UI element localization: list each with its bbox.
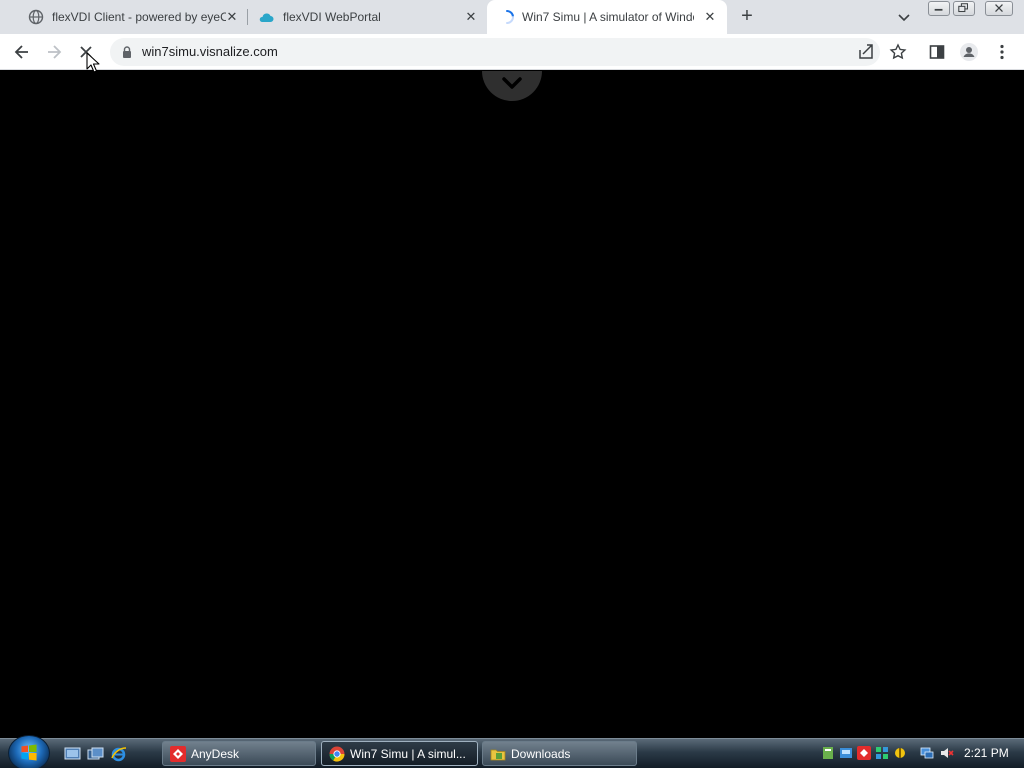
browser-toolbar: win7simu.visnalize.com	[0, 34, 1024, 70]
new-tab-button[interactable]: +	[736, 6, 758, 28]
loading-spinner-icon	[506, 10, 514, 24]
globe-icon	[28, 9, 44, 25]
taskbar-button-label: Win7 Simu | A simul...	[350, 747, 466, 761]
restore-button[interactable]	[953, 1, 975, 16]
window-close-icon	[995, 4, 1003, 12]
chrome-icon	[329, 746, 345, 762]
windows-logo-icon	[21, 744, 37, 761]
taskbar-button-label: Downloads	[511, 747, 571, 761]
network-icon[interactable]	[920, 746, 934, 760]
scroll-down-button[interactable]	[482, 71, 542, 101]
lock-icon[interactable]	[120, 45, 134, 59]
back-button[interactable]	[12, 42, 32, 62]
tab-flexvdi-webportal[interactable]: flexVDI WebPortal ✕	[248, 0, 486, 34]
tab-strip: flexVDI Client - powered by eyeO ✕ flexV…	[0, 0, 1024, 34]
bookmark-star-icon[interactable]	[888, 42, 908, 62]
menu-kebab-icon[interactable]	[992, 42, 1012, 62]
tab-close-icon[interactable]: ✕	[702, 9, 718, 25]
internet-explorer-icon[interactable]	[110, 746, 127, 762]
start-button[interactable]	[8, 735, 50, 768]
restore-icon	[958, 3, 968, 13]
page-content	[0, 71, 1024, 738]
screen: flexVDI Client - powered by eyeO ✕ flexV…	[0, 0, 1024, 768]
folder-icon	[490, 749, 506, 761]
minimize-button[interactable]	[928, 1, 950, 16]
anydesk-icon	[170, 746, 186, 762]
side-panel-icon[interactable]	[927, 42, 947, 62]
tab-search-chevron-icon[interactable]	[896, 9, 912, 25]
tab-flexvdi-client[interactable]: flexVDI Client - powered by eyeO ✕	[8, 0, 246, 34]
mouse-cursor-icon	[86, 52, 100, 73]
taskbar-button-anydesk[interactable]: AnyDesk	[162, 741, 316, 766]
show-desktop-icon[interactable]	[64, 746, 81, 762]
forward-button[interactable]	[44, 42, 64, 62]
tray-network-app-icon[interactable]	[839, 746, 853, 760]
tray-tools-icon[interactable]	[893, 746, 907, 760]
address-bar[interactable]: win7simu.visnalize.com	[110, 38, 880, 66]
window-close-button[interactable]	[985, 1, 1013, 16]
tray-app-icon[interactable]	[821, 746, 835, 760]
share-icon[interactable]	[856, 42, 876, 62]
cloud-icon	[259, 13, 274, 22]
switch-windows-icon[interactable]	[87, 746, 104, 762]
url-text[interactable]: win7simu.visnalize.com	[142, 45, 278, 59]
minimize-icon	[934, 8, 943, 11]
tab-title: Win7 Simu | A simulator of Windo	[522, 10, 694, 24]
taskbar-clock[interactable]: 2:21 PM	[964, 746, 1009, 760]
taskbar-button-downloads[interactable]: Downloads	[482, 741, 637, 766]
chevron-down-icon	[502, 77, 522, 89]
taskbar-button-label: AnyDesk	[191, 747, 240, 761]
tab-win7-simu[interactable]: Win7 Simu | A simulator of Windo ✕	[487, 0, 727, 34]
taskbar: AnyDesk Win7 Simu | A simul... Downloads	[0, 735, 1024, 768]
volume-muted-icon[interactable]	[940, 746, 954, 760]
tray-anydesk-icon[interactable]	[857, 746, 871, 760]
tab-title: flexVDI Client - powered by eyeO	[52, 10, 226, 24]
tab-close-icon[interactable]: ✕	[463, 9, 479, 25]
taskbar-button-chrome[interactable]: Win7 Simu | A simul...	[321, 741, 478, 766]
profile-avatar-icon[interactable]	[959, 42, 979, 62]
tab-close-icon[interactable]: ✕	[224, 9, 240, 25]
tab-title: flexVDI WebPortal	[283, 10, 381, 24]
tray-grid-icon[interactable]	[875, 746, 889, 760]
